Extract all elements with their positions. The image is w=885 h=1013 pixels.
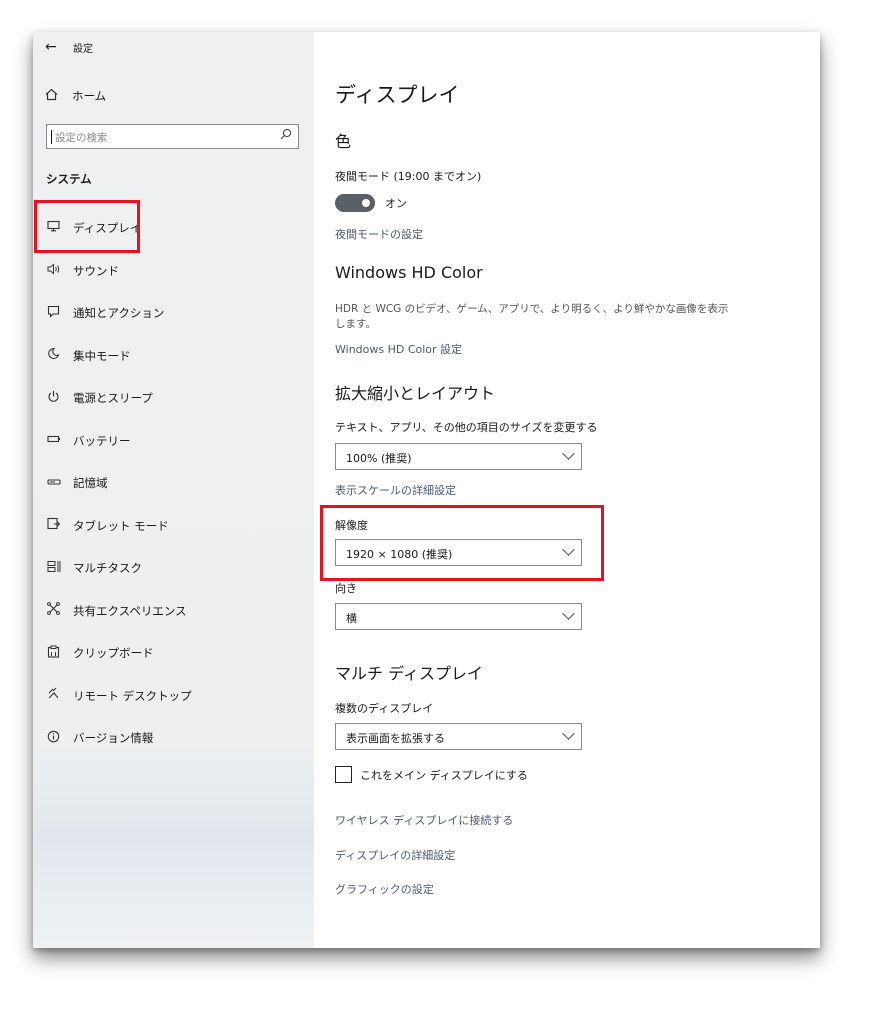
orientation-value: 横 [346,612,357,625]
hdr-description: HDR と WCG のビデオ、ゲーム、アプリで、より明るく、より鮮やかな画像を表… [335,303,729,330]
sidebar-item-clipboard[interactable]: クリップボード [33,632,314,675]
main-display-checkbox[interactable] [335,766,352,783]
sidebar-item-home-label: ホーム [72,89,107,103]
sidebar-item-label: 電源とスリープ [73,391,153,406]
sidebar-item-storage[interactable]: 記憶域 [33,462,314,505]
sidebar-item-label: タブレット モード [73,518,169,533]
settings-window: ← 設定 ホーム 設定の検索 システム ディスプレイ サウンド 通知とアクション… [33,32,820,948]
storage-icon [47,476,73,491]
info-icon [47,730,73,747]
sidebar-item-remote-desktop[interactable]: リモート デスクトップ [33,675,314,718]
sidebar-item-label: サウンド [73,263,119,278]
sidebar-item-label: マルチタスク [73,561,142,576]
toggle-state-label: オン [385,197,407,210]
multiple-displays-value: 表示画面を拡張する [346,732,445,745]
sidebar-item-multitasking[interactable]: マルチタスク [33,547,314,590]
sidebar-item-battery[interactable]: バッテリー [33,420,314,463]
moon-icon [47,347,73,364]
section-heading-scale-layout: 拡大縮小とレイアウト [335,384,496,403]
sidebar-item-label: 集中モード [73,348,131,363]
sidebar-item-power[interactable]: 電源とスリープ [33,377,314,420]
sidebar-item-label: バージョン情報 [73,731,154,746]
arrow-left-icon[interactable]: ← [45,39,73,55]
sidebar-item-home[interactable]: ホーム [45,85,106,107]
battery-icon [47,433,73,448]
search-input[interactable]: 設定の検索 [46,124,299,149]
speaker-icon [47,263,73,279]
page-title: ディスプレイ [335,83,460,107]
toggle-knob [362,199,370,207]
multitask-icon [47,560,73,577]
remote-desktop-icon [47,687,73,704]
sidebar-item-tablet-mode[interactable]: タブレット モード [33,505,314,548]
sidebar-item-about[interactable]: バージョン情報 [33,717,314,760]
chevron-down-icon [562,447,575,460]
scale-value: 100% (推奨) [346,452,412,465]
search-placeholder: 設定の検索 [55,132,108,144]
title-bar: ← 設定 [45,37,93,57]
night-light-label: 夜間モード (19:00 までオン) [335,170,482,183]
sidebar-item-notifications[interactable]: 通知とアクション [33,292,314,335]
sidebar: ← 設定 ホーム 設定の検索 システム ディスプレイ サウンド 通知とアクション… [33,32,314,948]
night-light-settings-link[interactable]: 夜間モードの設定 [335,226,423,242]
main-content: ディスプレイ 色 夜間モード (19:00 までオン) オン 夜間モードの設定 … [314,32,820,948]
sidebar-item-label: 共有エクスペリエンス [73,603,187,618]
section-heading-color: 色 [335,132,352,151]
orientation-label: 向き [335,582,357,595]
sidebar-item-label: クリップボード [73,646,154,661]
hdr-settings-link[interactable]: Windows HD Color 設定 [335,341,462,357]
graphics-settings-link[interactable]: グラフィックの設定 [335,881,434,897]
advanced-display-link[interactable]: ディスプレイの詳細設定 [335,847,455,863]
text-caret [51,130,52,144]
shared-experiences-icon [47,602,73,619]
search-icon[interactable] [280,128,292,143]
multiple-displays-label: 複数のディスプレイ [335,702,434,715]
sidebar-item-label: 記憶域 [73,476,108,491]
advanced-scaling-link[interactable]: 表示スケールの詳細設定 [335,482,456,498]
multiple-displays-dropdown[interactable]: 表示画面を拡張する [335,723,582,750]
sidebar-item-label: バッテリー [73,433,131,448]
orientation-dropdown[interactable]: 横 [335,603,582,630]
scale-dropdown[interactable]: 100% (推奨) [335,443,582,470]
sidebar-item-sound[interactable]: サウンド [33,250,314,293]
section-heading-multi-display: マルチ ディスプレイ [335,664,483,683]
chevron-down-icon [562,607,575,620]
highlight-box-resolution [320,505,604,581]
section-label: システム [46,172,92,186]
notification-icon [47,305,73,322]
power-icon [47,390,73,407]
sidebar-nav: ディスプレイ サウンド 通知とアクション 集中モード 電源とスリープ バッテリー [33,207,314,760]
clipboard-icon [47,645,73,662]
highlight-box-display [34,200,140,253]
scale-label: テキスト、アプリ、その他の項目のサイズを変更する [335,421,598,434]
main-display-checkbox-label[interactable]: これをメイン ディスプレイにする [360,767,528,783]
chevron-down-icon [562,727,575,740]
night-light-toggle[interactable] [335,194,375,212]
window-title: 設定 [73,43,93,55]
sidebar-item-label: リモート デスクトップ [73,688,192,703]
sidebar-item-shared-experiences[interactable]: 共有エクスペリエンス [33,590,314,633]
sidebar-item-label: 通知とアクション [73,306,165,321]
tablet-mode-icon [47,517,73,534]
home-icon [45,88,72,105]
section-heading-hdr: Windows HD Color [335,263,483,282]
sidebar-item-focus-assist[interactable]: 集中モード [33,335,314,378]
wireless-display-link[interactable]: ワイヤレス ディスプレイに接続する [335,812,513,828]
